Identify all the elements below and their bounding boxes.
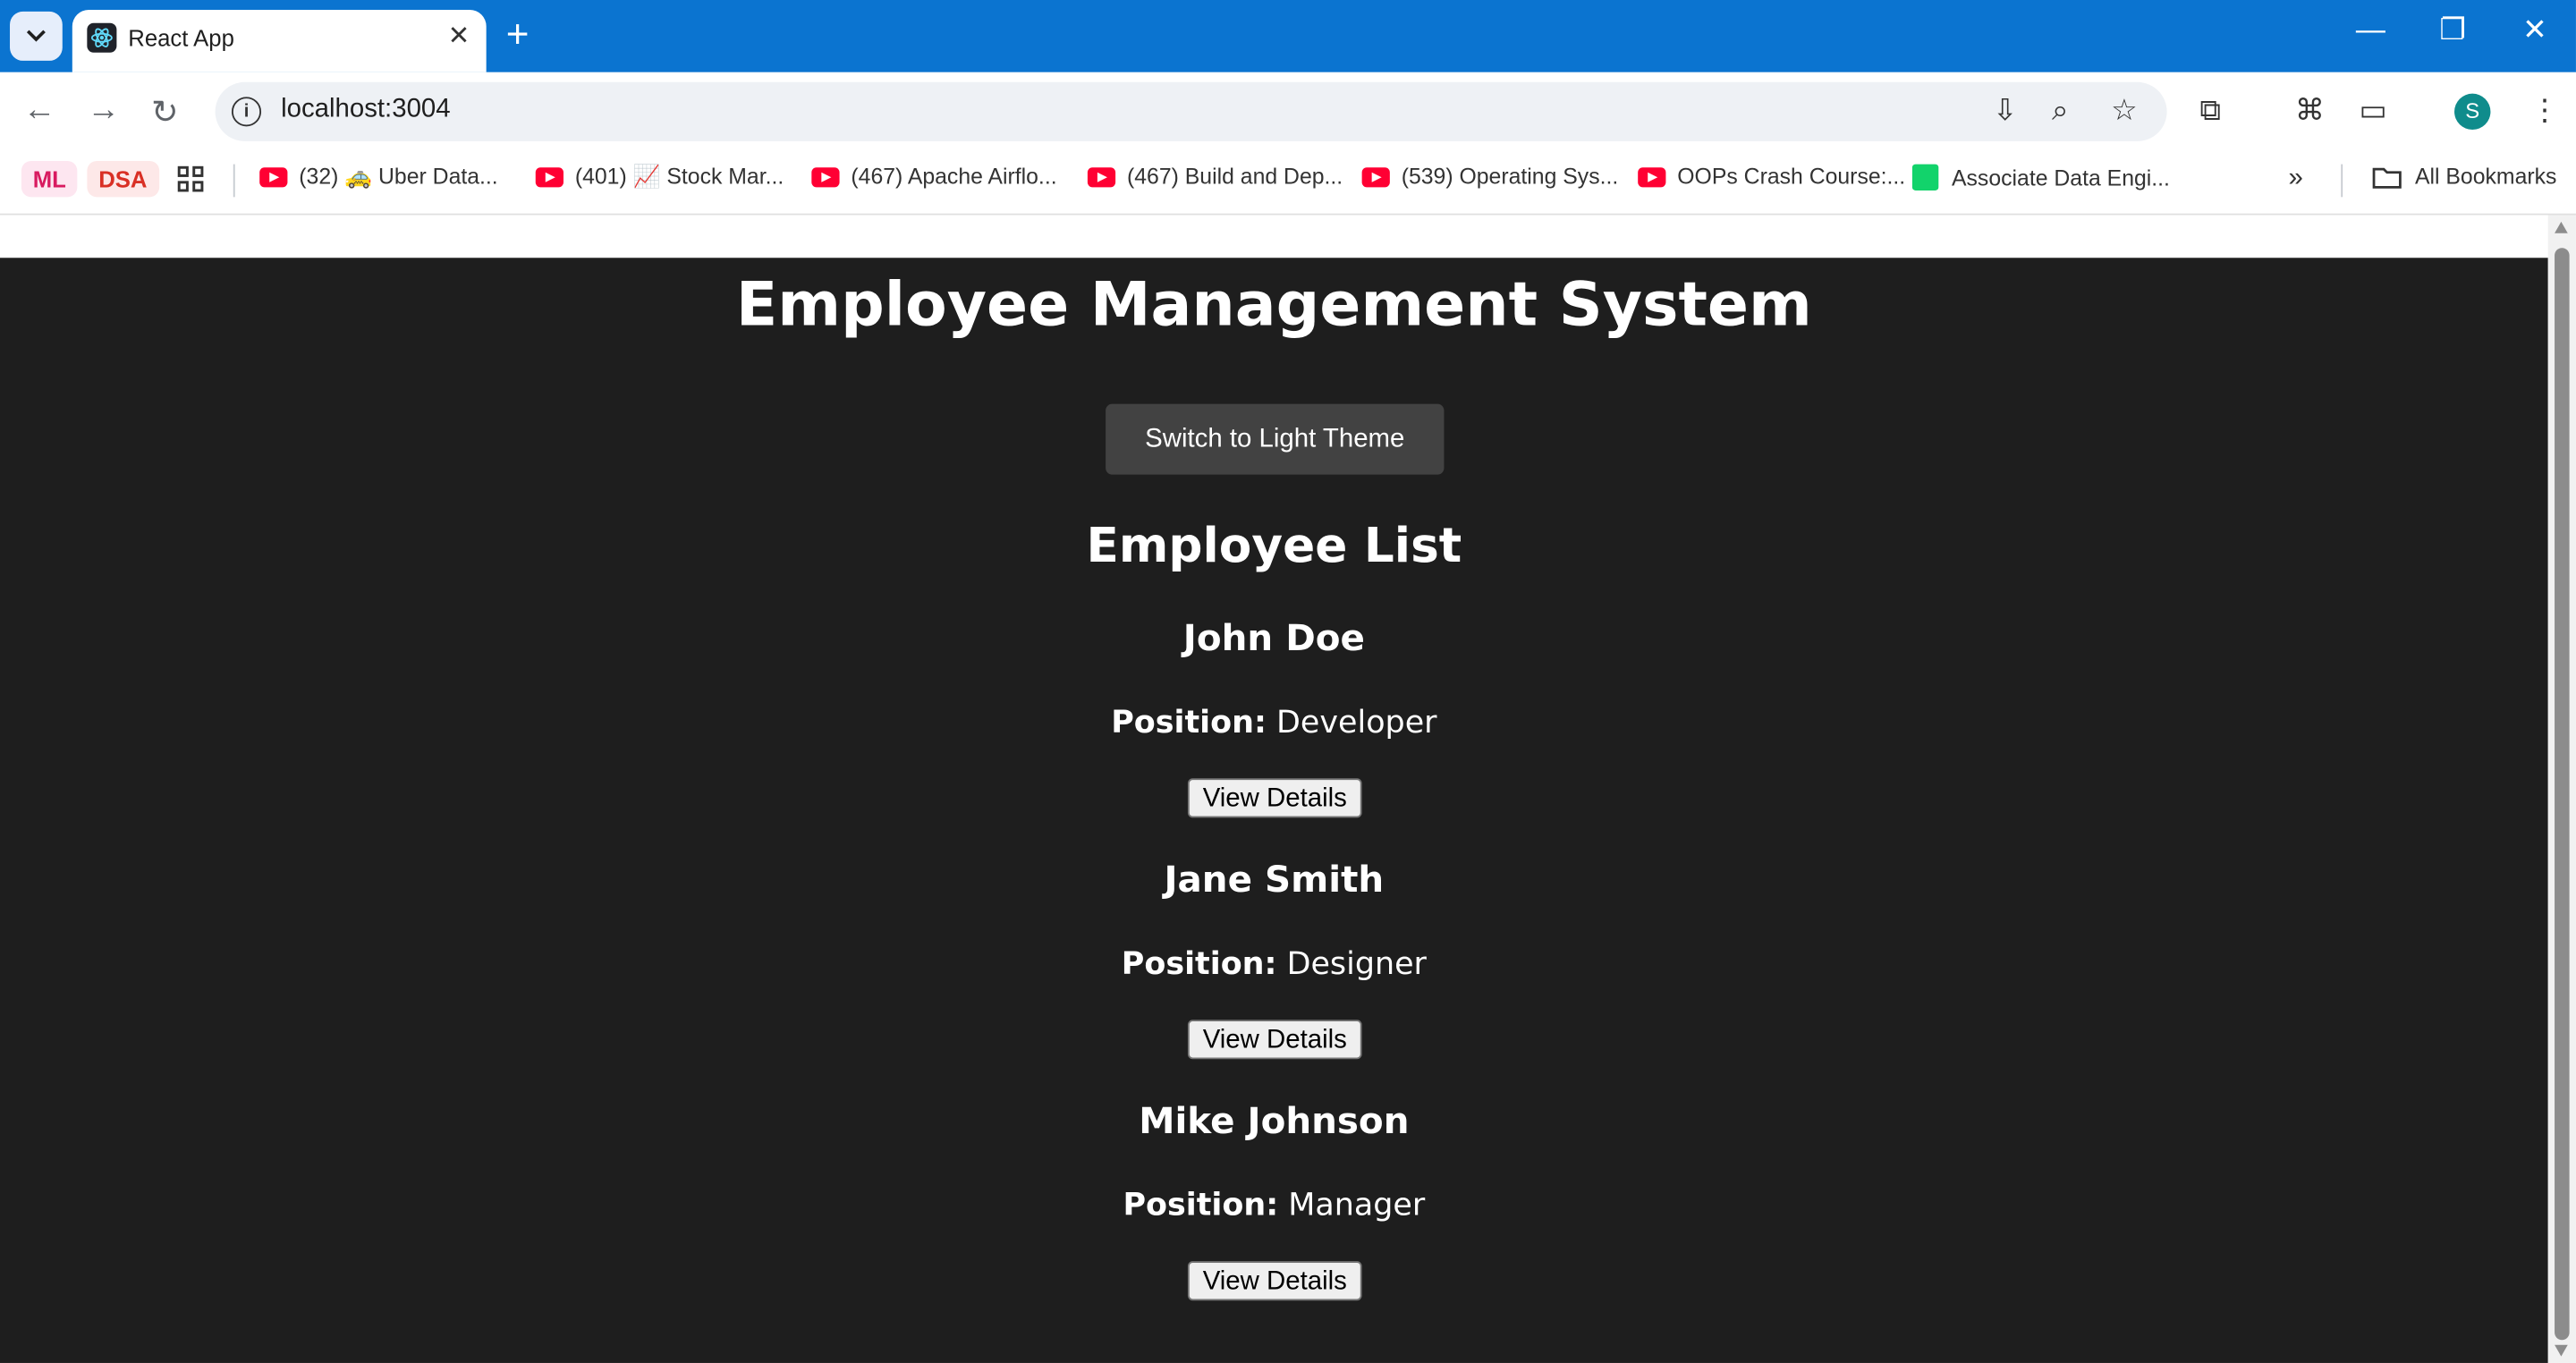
folder-icon (2372, 166, 2402, 188)
bookmark-item[interactable]: OOPs Crash Course:... (1638, 165, 1905, 189)
close-window-icon[interactable]: ✕ (2502, 13, 2567, 48)
youtube-icon (1638, 166, 1666, 187)
bookmark-star-icon[interactable]: ☆ (2111, 94, 2138, 129)
view-details-button[interactable]: View Details (1187, 1261, 1362, 1301)
tab-title: React App (128, 24, 234, 51)
employee-position: Position: Manager (1123, 1187, 1426, 1223)
bookmark-dsa[interactable]: DSA (87, 160, 159, 198)
employee-list-heading: Employee List (1086, 517, 1462, 573)
youtube-icon (1087, 166, 1116, 187)
back-icon[interactable]: ← (23, 92, 56, 130)
extensions-icon[interactable]: ⧉ (2199, 94, 2221, 129)
youtube-icon (811, 166, 840, 187)
bookmark-item[interactable]: (401) 📈 Stock Mar... (535, 165, 784, 190)
view-details-button[interactable]: View Details (1187, 1020, 1362, 1060)
cast-icon[interactable]: ▭ (2360, 94, 2387, 129)
bookmark-separator (233, 164, 235, 198)
scrollbar-thumb[interactable] (2555, 248, 2570, 1341)
reload-icon[interactable]: ↻ (151, 92, 179, 133)
employee-name: John Doe (1182, 619, 1365, 661)
profile-avatar[interactable]: S (2454, 93, 2491, 131)
menu-icon[interactable]: ⋮ (2530, 94, 2560, 129)
page-title: Employee Management System (735, 269, 1812, 341)
scroll-down-arrow-icon[interactable] (2555, 1344, 2568, 1357)
view-details-button[interactable]: View Details (1187, 778, 1362, 818)
theme-toggle-button[interactable]: Switch to Light Theme (1106, 403, 1445, 475)
bookmark-item[interactable]: (467) Apache Airflo... (811, 165, 1057, 189)
address-bar[interactable]: i localhost:3004 ⇩ ⌕ ☆ (215, 81, 2167, 141)
site-info-icon[interactable]: i (231, 97, 262, 127)
bookmarks-bar: ML DSA (32) 🚕 Uber Data... (401) 📈 Stock… (0, 150, 2576, 216)
apps-grid-icon[interactable] (177, 165, 204, 200)
minimize-icon[interactable]: — (2338, 13, 2403, 48)
bookmark-item[interactable]: Associate Data Engi... (1911, 164, 2170, 190)
bookmark-item[interactable]: (32) 🚕 Uber Data... (259, 165, 498, 190)
bookmark-item[interactable]: (467) Build and Dep... (1087, 165, 1343, 189)
employee-name: Jane Smith (1164, 860, 1385, 902)
bookmark-separator (2341, 164, 2343, 198)
employee-position: Position: Developer (1111, 704, 1437, 741)
install-app-icon[interactable]: ⇩ (1993, 94, 2018, 129)
dataexpert-icon (1911, 164, 1939, 190)
employee-name: Mike Johnson (1139, 1102, 1410, 1143)
tab-search-button[interactable] (10, 11, 63, 61)
scroll-up-arrow-icon[interactable] (2555, 221, 2568, 233)
youtube-icon (259, 167, 288, 188)
forward-icon[interactable]: → (87, 92, 120, 130)
restore-icon[interactable]: ❐ (2419, 13, 2485, 48)
all-bookmarks[interactable]: All Bookmarks (2372, 165, 2556, 189)
chevron-down-icon (26, 30, 46, 42)
page-top-margin (0, 215, 2548, 258)
bookmark-item[interactable]: (539) Operating Sys... (1361, 165, 1618, 189)
tab-strip: React App ✕ + — ❐ ✕ (0, 0, 2576, 72)
vertical-scrollbar[interactable] (2547, 215, 2576, 1363)
browser-toolbar: ← → ↻ i localhost:3004 ⇩ ⌕ ☆ ⧉ ⌘ ▭ S ⋮ (0, 72, 2576, 151)
app-root: Employee Management System Switch to Lig… (0, 258, 2548, 1363)
zoom-icon[interactable]: ⌕ (2052, 94, 2069, 129)
tab-close-icon[interactable]: ✕ (448, 20, 470, 53)
youtube-icon (1361, 166, 1390, 187)
incognito-icon[interactable]: ⌘ (2295, 94, 2325, 129)
employee-position: Position: Designer (1121, 945, 1427, 982)
url-text[interactable]: localhost:3004 (281, 95, 451, 124)
youtube-icon (535, 167, 564, 188)
new-tab-icon[interactable]: + (506, 13, 530, 59)
browser-tab[interactable]: React App ✕ (72, 10, 487, 72)
more-bookmarks-icon[interactable]: » (2289, 165, 2303, 194)
react-logo-icon (87, 22, 117, 53)
bookmark-ml[interactable]: ML (21, 160, 78, 198)
